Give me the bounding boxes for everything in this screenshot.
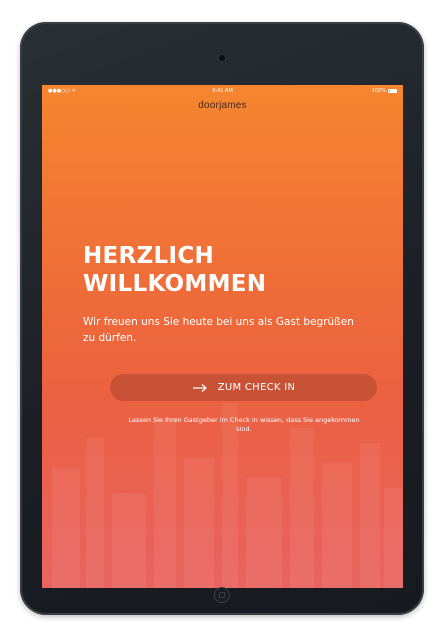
check-in-button[interactable]: ZUM CHECK IN [110, 374, 377, 401]
check-in-label: ZUM CHECK IN [217, 382, 296, 393]
battery-icon [388, 88, 397, 93]
welcome-subtitle: Wir freuen uns Sie heute bei uns als Gas… [83, 316, 354, 344]
tablet-device: ●●●○○ ᯤ 9:41 AM 100% doorjames HERZLICH … [20, 22, 424, 615]
status-time: 9:41 AM [212, 87, 233, 94]
status-bar: ●●●○○ ᯤ 9:41 AM 100% [42, 85, 403, 96]
brand-logo: doorjames [198, 100, 247, 111]
app-navbar: doorjames [42, 96, 403, 115]
headline-line-2: WILLKOMMEN [83, 271, 267, 297]
carrier-signal: ●●●○○ ᯤ [48, 87, 76, 94]
camera-icon [219, 55, 225, 61]
battery-percent: 100% [371, 87, 386, 94]
app-screen: ●●●○○ ᯤ 9:41 AM 100% doorjames HERZLICH … [42, 85, 403, 588]
arrow-right-icon [192, 383, 207, 392]
welcome-headline: HERZLICH WILLKOMMEN [83, 242, 343, 298]
headline-line-1: HERZLICH [83, 243, 215, 269]
check-in-hint: Lassen Sie Ihren Gastgeber im Check in w… [128, 416, 360, 433]
home-button-icon[interactable] [214, 587, 230, 603]
